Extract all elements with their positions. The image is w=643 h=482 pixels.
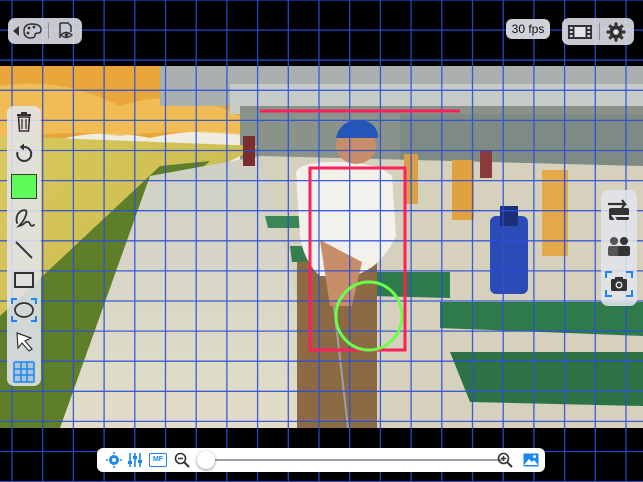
toolbar-divider xyxy=(599,23,600,40)
pointer-icon[interactable] xyxy=(9,328,39,356)
manual-focus-label: MF xyxy=(149,453,167,467)
toolbar-divider xyxy=(48,23,49,39)
bottom-control-bar: MF xyxy=(97,448,545,472)
flip-camera-icon[interactable] xyxy=(604,196,634,224)
document-eye-icon[interactable] xyxy=(54,21,76,41)
grid-icon[interactable] xyxy=(9,358,39,386)
zoom-slider-track[interactable] xyxy=(206,459,502,461)
rectangle-icon[interactable] xyxy=(9,266,39,294)
zoom-slider-knob[interactable] xyxy=(197,451,215,469)
compare-icon[interactable] xyxy=(604,232,634,260)
color-swatch[interactable] xyxy=(9,172,39,200)
camera-stage xyxy=(0,0,643,482)
snapshot-icon[interactable] xyxy=(604,270,634,298)
zoom-in-icon[interactable] xyxy=(496,451,514,469)
film-strip-icon[interactable] xyxy=(567,22,593,42)
zoom-out-icon[interactable] xyxy=(173,451,191,469)
manual-focus-icon[interactable]: MF xyxy=(148,451,168,469)
sliders-icon[interactable] xyxy=(126,451,144,469)
camera-toolbox xyxy=(601,190,637,306)
image-icon[interactable] xyxy=(522,451,540,469)
drawing-toolbox xyxy=(7,106,41,386)
exposure-icon[interactable] xyxy=(105,451,123,469)
undo-icon[interactable] xyxy=(9,140,39,168)
video-frame[interactable] xyxy=(0,66,643,428)
fps-label: 30 fps xyxy=(506,19,550,39)
ellipse-icon[interactable] xyxy=(9,296,39,324)
back-arrow-icon[interactable] xyxy=(11,22,45,40)
top-left-toolbar xyxy=(8,18,82,44)
gear-icon[interactable] xyxy=(604,21,628,43)
trash-icon[interactable] xyxy=(9,108,39,136)
top-right-toolbar xyxy=(562,18,634,45)
freehand-icon[interactable] xyxy=(9,204,39,232)
line-icon[interactable] xyxy=(9,236,39,264)
